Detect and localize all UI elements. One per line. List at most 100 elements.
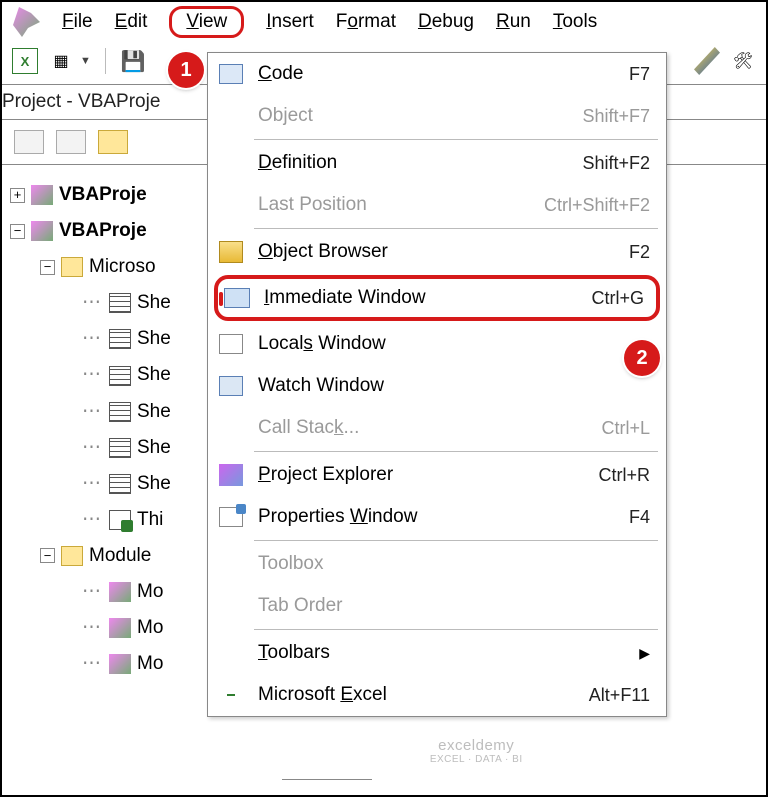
callout-1: 1 [168, 52, 204, 88]
menu-item-label: Properties Window [258, 506, 617, 528]
menu-item-shortcut: Shift+F7 [582, 106, 650, 127]
menu-item-label: Toolbars [258, 642, 627, 664]
menu-separator [254, 629, 658, 630]
menu-item-toolbox: Toolbox [208, 543, 666, 585]
menu-item-shortcut: F2 [629, 242, 650, 263]
worksheet-icon [109, 293, 131, 313]
blank-icon [216, 640, 246, 666]
folder-icon [61, 546, 83, 566]
blank-icon [216, 103, 246, 129]
menu-item-label: Definition [258, 152, 570, 174]
menu-edit[interactable]: Edit [115, 11, 148, 33]
menu-item-label: Object Browser [258, 241, 617, 263]
tree-label: Mo [137, 610, 163, 646]
menu-item-label: Call Stack... [258, 417, 589, 439]
toolbox-icon[interactable]: 🛠 [730, 48, 756, 74]
menu-item-label: Locals Window [258, 333, 638, 355]
dropdown-caret-icon[interactable]: ▼ [80, 55, 91, 67]
view-object-button[interactable] [56, 130, 86, 154]
workbook-icon [109, 510, 131, 530]
ic-def-icon [216, 150, 246, 176]
menu-item-call-stack: Call Stack...Ctrl+L [208, 407, 666, 449]
menu-item-label: Tab Order [258, 595, 638, 617]
menu-item-last-position: Last PositionCtrl+Shift+F2 [208, 184, 666, 226]
tree-label: She [137, 357, 171, 393]
submenu-arrow-icon: ▶ [639, 645, 650, 662]
menu-item-definition[interactable]: DefinitionShift+F2 [208, 142, 666, 184]
tree-label: She [137, 321, 171, 357]
module-icon [109, 618, 131, 638]
worksheet-icon [109, 366, 131, 386]
menu-run[interactable]: Run [496, 11, 531, 33]
tree-label: Module [89, 538, 151, 574]
menu-item-label: Immediate Window [264, 287, 579, 309]
menu-separator [254, 451, 658, 452]
tree-connector: ⋯ [82, 321, 101, 357]
view-code-button[interactable] [14, 130, 44, 154]
module-icon [109, 582, 131, 602]
ic-imm-icon [222, 285, 252, 311]
design-mode-icon[interactable] [694, 48, 720, 74]
callout-2: 2 [624, 340, 660, 376]
tree-label: She [137, 394, 171, 430]
expand-icon[interactable]: + [10, 188, 25, 203]
menu-item-shortcut: Ctrl+R [598, 465, 650, 486]
menu-item-label: Object [258, 105, 570, 127]
module-icon [109, 654, 131, 674]
menu-item-immediate-window[interactable]: Immediate WindowCtrl+G [214, 275, 660, 321]
menu-item-properties-window[interactable]: Properties Window F4 [208, 496, 666, 538]
ic-excel-icon [216, 682, 246, 708]
ic-watch-icon [216, 373, 246, 399]
tree-label: VBAProje [59, 213, 147, 249]
worksheet-icon [109, 402, 131, 422]
tree-label: She [137, 285, 171, 321]
menu-item-label: Project Explorer [258, 464, 586, 486]
menu-item-code[interactable]: CodeF7 [208, 53, 666, 95]
collapse-icon[interactable]: − [10, 224, 25, 239]
tree-label: She [137, 466, 171, 502]
menu-tools[interactable]: Tools [553, 11, 597, 33]
menu-debug[interactable]: Debug [418, 11, 474, 33]
folder-icon [61, 257, 83, 277]
menu-format[interactable]: Format [336, 11, 396, 33]
excel-icon[interactable]: X [12, 48, 38, 74]
menu-item-tab-order: Tab Order [208, 585, 666, 627]
menu-item-shortcut: F4 [629, 507, 650, 528]
collapse-icon[interactable]: − [40, 260, 55, 275]
blank-icon [216, 593, 246, 619]
vba-project-icon [31, 185, 53, 205]
menu-item-watch-window[interactable]: Watch Window [208, 365, 666, 407]
tree-connector: ⋯ [82, 466, 101, 502]
tree-connector: ⋯ [82, 285, 101, 321]
menu-item-toolbars[interactable]: Toolbars ▶ [208, 632, 666, 674]
ic-tb-icon [216, 551, 246, 577]
insert-item-icon[interactable]: ▦ [48, 48, 74, 74]
menu-insert[interactable]: Insert [266, 11, 314, 33]
ic-pe-icon [216, 462, 246, 488]
toggle-folders-button[interactable] [98, 130, 128, 154]
menu-item-locals-window[interactable]: Locals Window [208, 323, 666, 365]
tree-connector: ⋯ [82, 646, 101, 682]
menubar: File Edit View Insert Format Debug Run T… [2, 2, 766, 42]
ic-code-icon [216, 61, 246, 87]
tree-label: Microso [89, 249, 156, 285]
menu-item-label: Microsoft Excel [258, 684, 577, 706]
menu-item-shortcut: F7 [629, 64, 650, 85]
blank-icon [216, 192, 246, 218]
menu-item-object: Object Shift+F7 [208, 95, 666, 137]
bottom-rule [282, 779, 372, 785]
menu-separator [254, 228, 658, 229]
app-icon [10, 7, 40, 37]
menu-item-shortcut: Alt+F11 [589, 685, 650, 706]
toolbar-divider [105, 48, 106, 74]
menu-view[interactable]: View [169, 6, 244, 38]
menu-item-project-explorer[interactable]: Project Explorer Ctrl+R [208, 454, 666, 496]
worksheet-icon [109, 474, 131, 494]
watermark-line1: exceldemy [430, 737, 523, 754]
menu-item-object-browser[interactable]: Object Browser F2 [208, 231, 666, 273]
collapse-icon[interactable]: − [40, 548, 55, 563]
save-icon[interactable]: 💾 [120, 48, 146, 74]
menu-item-microsoft-excel[interactable]: Microsoft Excel Alt+F11 [208, 674, 666, 716]
menu-file[interactable]: File [62, 11, 93, 33]
tree-connector: ⋯ [82, 430, 101, 466]
